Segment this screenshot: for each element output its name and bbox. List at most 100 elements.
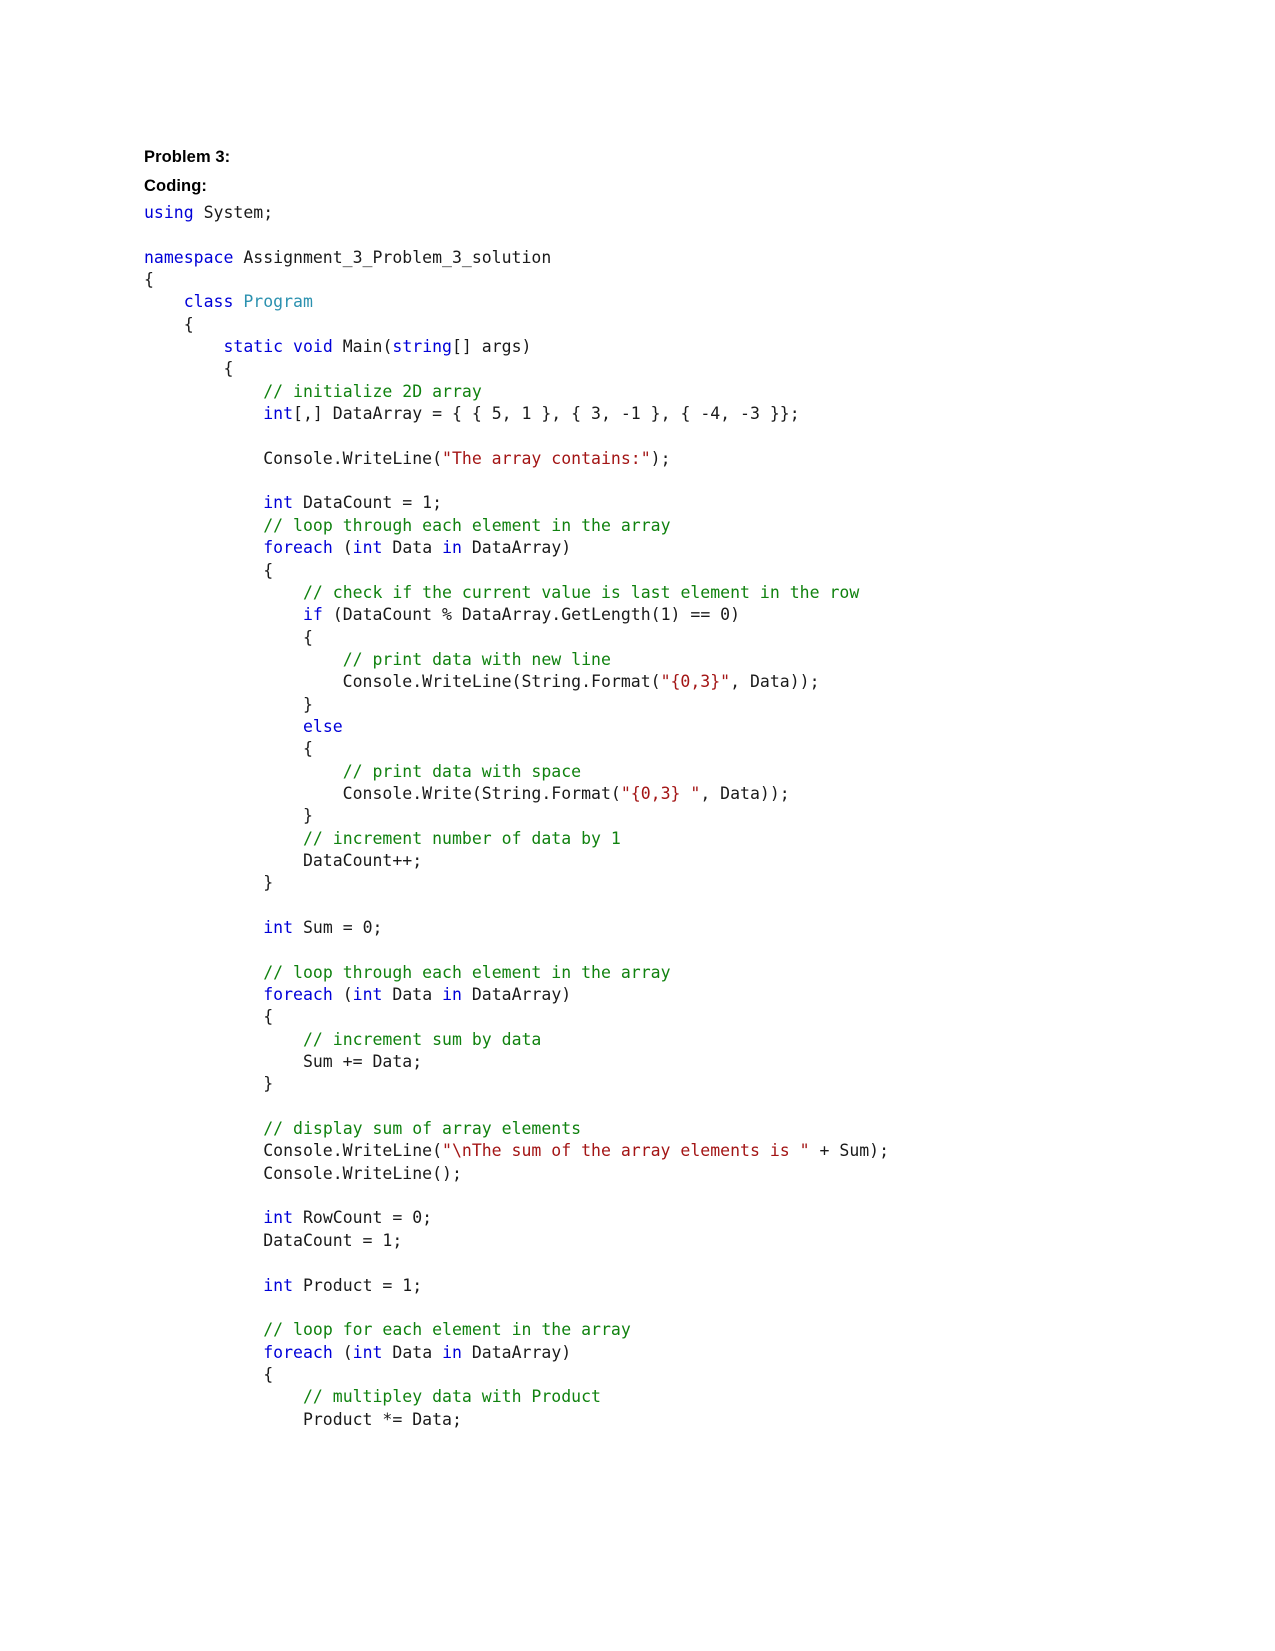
code-line: foreach (int Data in DataArray) <box>144 1342 1135 1364</box>
code-token: class <box>183 292 234 312</box>
code-token: [,] DataArray = { { 5, 1 }, { 3, -1 }, {… <box>293 404 800 424</box>
code-token: Program <box>243 292 313 312</box>
code-token: // check if the current value is last el… <box>302 582 860 602</box>
code-line: Console.WriteLine(String.Format("{0,3}",… <box>144 671 1135 693</box>
code-token: } <box>144 806 313 826</box>
code-token: in <box>442 1342 462 1362</box>
code-token: { <box>144 1364 274 1384</box>
code-token: "\nThe sum of the array elements is " <box>442 1141 810 1161</box>
code-token: int <box>263 1208 294 1228</box>
code-line: } <box>144 805 1135 827</box>
code-token: [] args) <box>452 337 532 357</box>
code-token: } <box>144 873 274 893</box>
code-line: using System; <box>144 202 1135 224</box>
code-token: int <box>263 493 294 513</box>
code-token: // multipley data with Product <box>302 1387 601 1407</box>
code-token: , Data)); <box>730 672 820 692</box>
code-token: { <box>144 739 313 759</box>
code-token: ( <box>332 538 353 558</box>
code-line: Console.WriteLine("The array contains:")… <box>144 448 1135 470</box>
code-line: { <box>144 269 1135 291</box>
code-token: Product = 1; <box>293 1275 423 1295</box>
code-token: DataCount = 1; <box>293 493 443 513</box>
code-token: Assignment_3_Problem_3_solution <box>233 247 552 267</box>
code-token: "The array contains:" <box>442 448 651 468</box>
code-token: { <box>144 560 274 580</box>
code-token: Console.WriteLine(String.Format( <box>144 672 661 692</box>
code-line: int Sum = 0; <box>144 917 1135 939</box>
code-token: ); <box>650 448 671 468</box>
code-line: { <box>144 627 1135 649</box>
code-token: if <box>302 605 323 625</box>
code-line: // initialize 2D array <box>144 381 1135 403</box>
code-line: int DataCount = 1; <box>144 492 1135 514</box>
code-token: int <box>263 1275 294 1295</box>
code-token: } <box>144 1074 274 1094</box>
code-token: Data <box>382 985 443 1005</box>
code-line: { <box>144 738 1135 760</box>
code-token: Console.WriteLine( <box>144 1141 443 1161</box>
code-token: { <box>144 627 313 647</box>
page-title-problem: Problem 3: <box>144 148 231 166</box>
code-line: } <box>144 1073 1135 1095</box>
code-token: static <box>223 337 284 357</box>
code-token: Sum += Data; <box>144 1052 423 1072</box>
code-token: in <box>442 538 462 558</box>
code-token: Data <box>382 1342 443 1362</box>
code-token: // loop through each element in the arra… <box>263 515 671 535</box>
code-line: // multipley data with Product <box>144 1386 1135 1408</box>
code-line: { <box>144 560 1135 582</box>
code-token: int <box>263 918 294 937</box>
code-line: Console.WriteLine(); <box>144 1163 1135 1185</box>
code-token: // loop through each element in the arra… <box>263 962 671 982</box>
code-line: // increment sum by data <box>144 1029 1135 1051</box>
code-token: // initialize 2D array <box>263 381 482 401</box>
code-token: int <box>263 404 294 424</box>
code-token: // increment number of data by 1 <box>302 828 621 848</box>
headings-group: Problem 3: Coding: <box>144 143 1135 200</box>
code-line: { <box>144 358 1135 380</box>
code-token: } <box>144 694 313 714</box>
code-line: namespace Assignment_3_Problem_3_solutio… <box>144 247 1135 269</box>
document-page: Problem 3: Coding: using System; namespa… <box>0 0 1275 1651</box>
code-token: DataCount = 1; <box>144 1230 403 1250</box>
section-title-coding: Coding: <box>144 176 208 195</box>
code-token: int <box>352 1342 383 1362</box>
code-line: { <box>144 1364 1135 1386</box>
code-line: } <box>144 872 1135 894</box>
code-line: { <box>144 1006 1135 1028</box>
code-token: namespace <box>144 247 234 267</box>
code-line: foreach (int Data in DataArray) <box>144 984 1135 1006</box>
code-line: int Product = 1; <box>144 1275 1135 1297</box>
code-token: Console.WriteLine( <box>144 448 443 468</box>
code-line: DataCount++; <box>144 850 1135 872</box>
code-token: ( <box>332 1342 353 1362</box>
code-token: Sum = 0; <box>293 918 383 937</box>
code-token: void <box>293 337 333 357</box>
code-token: { <box>144 270 154 290</box>
code-line: foreach (int Data in DataArray) <box>144 537 1135 559</box>
code-line: Product *= Data; <box>144 1409 1135 1431</box>
code-line: } <box>144 694 1135 716</box>
code-token: DataArray) <box>461 985 572 1005</box>
code-token: using <box>144 203 194 222</box>
code-line: Console.WriteLine("\nThe sum of the arra… <box>144 1140 1135 1162</box>
